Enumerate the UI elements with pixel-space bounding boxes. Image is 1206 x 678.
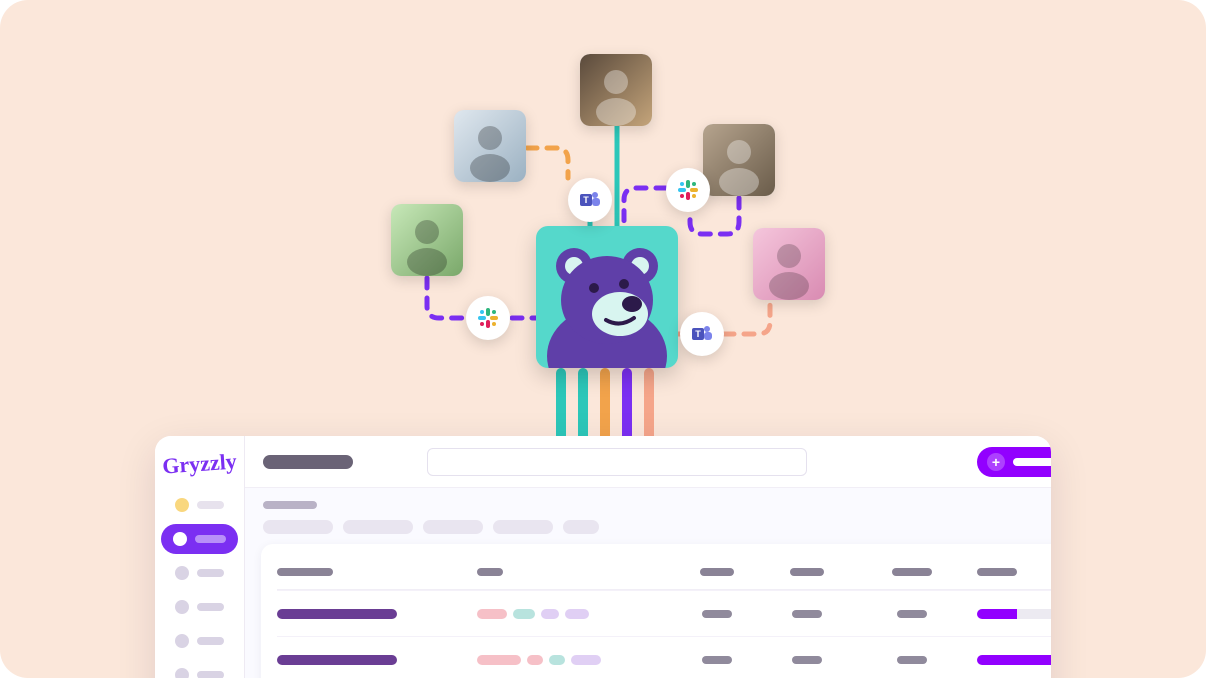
tag-pill bbox=[571, 655, 601, 665]
nav-label bbox=[195, 535, 226, 543]
app-window: Gryzzly + bbox=[155, 436, 1051, 678]
nav-item-5[interactable] bbox=[163, 626, 236, 656]
primary-action-button[interactable]: + bbox=[977, 447, 1051, 477]
metric-value bbox=[897, 656, 927, 664]
gryzzly-bear-tile bbox=[536, 226, 678, 368]
team-avatar-5 bbox=[753, 228, 825, 300]
tag-pill bbox=[513, 609, 535, 619]
table-header bbox=[277, 554, 1051, 590]
slack-icon bbox=[466, 296, 510, 340]
nav-label bbox=[197, 603, 224, 611]
progress-bar bbox=[977, 655, 1051, 665]
ms-teams-icon: T bbox=[568, 178, 612, 222]
network-diagram: T T bbox=[0, 0, 1206, 480]
team-avatar-1 bbox=[391, 204, 463, 276]
nav-label bbox=[197, 569, 224, 577]
filter-chip[interactable] bbox=[563, 520, 599, 534]
nav-dot-icon bbox=[175, 634, 189, 648]
metric-value bbox=[792, 656, 822, 664]
data-table bbox=[277, 554, 1051, 678]
plus-icon: + bbox=[987, 453, 1005, 471]
nav-label bbox=[197, 637, 224, 645]
brand-logo[interactable]: Gryzzly bbox=[155, 439, 245, 489]
table-row[interactable] bbox=[277, 590, 1051, 636]
tag-pill bbox=[565, 609, 589, 619]
ms-teams-icon: T bbox=[680, 312, 724, 356]
sidebar: Gryzzly bbox=[155, 436, 245, 678]
team-avatar-3 bbox=[580, 54, 652, 126]
breadcrumb bbox=[263, 501, 317, 509]
nav-label bbox=[197, 501, 224, 509]
subheader bbox=[245, 488, 1051, 540]
column-header[interactable] bbox=[477, 568, 503, 576]
metric-value bbox=[702, 656, 732, 664]
data-card bbox=[261, 544, 1051, 678]
filter-chip[interactable] bbox=[263, 520, 333, 534]
tag-pill bbox=[477, 655, 521, 665]
row-title bbox=[277, 609, 397, 619]
nav-dot-icon bbox=[175, 566, 189, 580]
column-header[interactable] bbox=[892, 568, 932, 576]
table-row[interactable] bbox=[277, 636, 1051, 678]
main-area: + bbox=[245, 436, 1051, 678]
nav-item-4[interactable] bbox=[163, 592, 236, 622]
tag-pill bbox=[549, 655, 565, 665]
search-input[interactable] bbox=[427, 448, 807, 476]
tag-pill bbox=[541, 609, 559, 619]
svg-text:T: T bbox=[583, 195, 589, 205]
filter-chip[interactable] bbox=[423, 520, 483, 534]
column-header[interactable] bbox=[277, 568, 333, 576]
svg-text:T: T bbox=[695, 329, 701, 339]
app-header: + bbox=[245, 436, 1051, 488]
nav-home[interactable] bbox=[163, 490, 236, 520]
hero-canvas: T T Gryzzly + bbox=[0, 0, 1206, 678]
filter-chip[interactable] bbox=[493, 520, 553, 534]
row-title bbox=[277, 655, 397, 665]
column-header[interactable] bbox=[700, 568, 734, 576]
nav-label bbox=[197, 671, 224, 678]
nav-dot-icon bbox=[175, 498, 189, 512]
page-title bbox=[263, 455, 353, 469]
filter-chip[interactable] bbox=[343, 520, 413, 534]
nav-item-3[interactable] bbox=[163, 558, 236, 588]
column-header[interactable] bbox=[790, 568, 824, 576]
metric-value bbox=[792, 610, 822, 618]
progress-bar bbox=[977, 609, 1051, 619]
tag-pill bbox=[477, 609, 507, 619]
slack-icon bbox=[666, 168, 710, 212]
column-header[interactable] bbox=[977, 568, 1017, 576]
nav-dot-icon bbox=[173, 532, 187, 546]
metric-value bbox=[897, 610, 927, 618]
metric-value bbox=[702, 610, 732, 618]
tag-pills bbox=[477, 655, 667, 665]
nav-dot-icon bbox=[175, 600, 189, 614]
nav-dot-icon bbox=[175, 668, 189, 678]
nav-item-6[interactable] bbox=[163, 660, 236, 678]
filter-chips bbox=[263, 520, 1051, 534]
tag-pill bbox=[527, 655, 543, 665]
tag-pills bbox=[477, 609, 667, 619]
primary-action-label bbox=[1013, 458, 1051, 466]
team-avatar-2 bbox=[454, 110, 526, 182]
nav-active[interactable] bbox=[161, 524, 238, 554]
team-avatar-4 bbox=[703, 124, 775, 196]
